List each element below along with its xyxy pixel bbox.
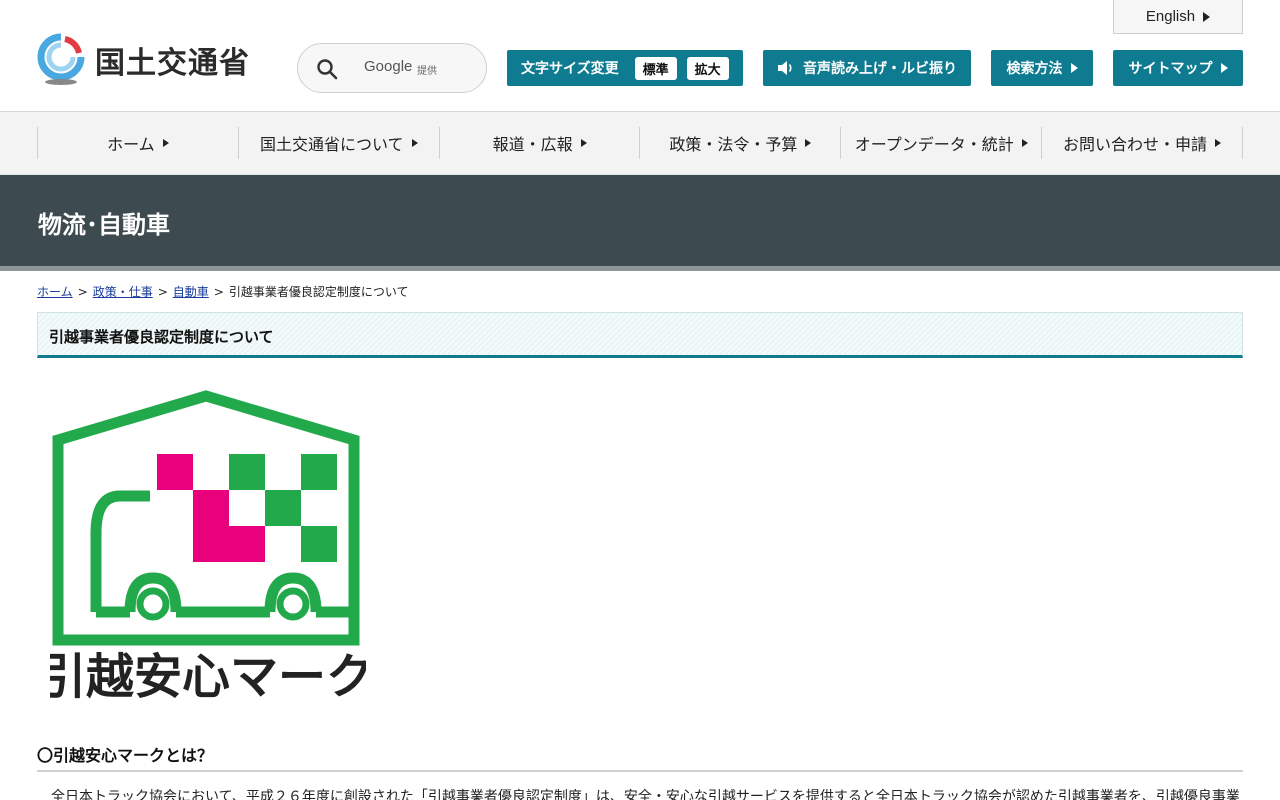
- breadcrumb-separator: >: [213, 284, 224, 299]
- breadcrumb-separator: >: [77, 284, 88, 299]
- triangle-right-icon: [1021, 139, 1028, 147]
- sitemap-label: サイトマップ: [1128, 61, 1213, 77]
- search-icon[interactable]: [316, 58, 338, 80]
- page-title-box: 引越事業者優良認定制度について: [37, 312, 1243, 358]
- breadcrumb: ホーム > 政策・仕事 > 自動車 > 引越事業者優良認定制度について: [37, 283, 409, 300]
- category-band: 物流･自動車: [0, 175, 1280, 271]
- triangle-right-icon: [162, 139, 169, 147]
- nav-item-home[interactable]: ホーム: [37, 127, 238, 159]
- speaker-icon: [778, 61, 792, 75]
- font-size-large-button[interactable]: 拡大: [686, 56, 729, 80]
- font-size-standard-button[interactable]: 標準: [634, 56, 677, 80]
- triangle-right-icon: [411, 139, 418, 147]
- triangle-right-icon: [1215, 139, 1222, 147]
- site-header: 国土交通省 Google 提供 English 文字サイズ変更 標準 拡大 音声…: [0, 0, 1280, 112]
- category-title: 物流･自動車: [38, 211, 170, 239]
- google-label: Google: [364, 58, 413, 75]
- moving-safety-mark-graphic: 引越安心マーク: [38, 390, 374, 705]
- triangle-right-icon: [1070, 63, 1078, 73]
- global-nav: ホーム 国土交通省について 報道・広報 政策・法令・予算 オープンデータ・統計 …: [0, 112, 1280, 175]
- nav-item-label: お問い合わせ・申請: [1063, 135, 1208, 154]
- nav-item-press[interactable]: 報道・広報: [438, 127, 640, 159]
- google-provided-label: 提供: [417, 66, 437, 77]
- breadcrumb-link-automobile[interactable]: 自動車: [173, 283, 209, 300]
- breadcrumb-link-home[interactable]: ホーム: [37, 283, 73, 300]
- nav-item-contact[interactable]: お問い合わせ・申請: [1041, 127, 1243, 159]
- nav-item-label: オープンデータ・統計: [854, 135, 1014, 154]
- mark-text: 引越安心マーク: [50, 649, 366, 702]
- triangle-right-icon: [1220, 63, 1228, 73]
- breadcrumb-separator: >: [157, 284, 168, 299]
- breadcrumb-current: 引越事業者優良認定制度について: [228, 285, 409, 299]
- english-label: English: [1145, 8, 1196, 25]
- mlit-logo[interactable]: 国土交通省: [37, 33, 250, 87]
- triangle-right-icon: [580, 139, 587, 147]
- nav-item-about[interactable]: 国土交通省について: [237, 127, 439, 159]
- speech-ruby-button[interactable]: 音声読み上げ・ルビ振り: [763, 50, 971, 86]
- search-method-button[interactable]: 検索方法: [991, 50, 1093, 86]
- breadcrumb-link-policy[interactable]: 政策・仕事: [93, 283, 153, 300]
- nav-item-policy[interactable]: 政策・法令・予算: [639, 127, 840, 159]
- font-size-label: 文字サイズ変更: [521, 61, 619, 77]
- triangle-right-icon: [1203, 11, 1211, 22]
- section-heading: 〇引越安心マークとは？: [37, 742, 1243, 772]
- nav-item-label: ホーム: [107, 135, 155, 154]
- section-body-text: 全日本トラック協会において、平成２６年度に創設された「引越事業者優良認定制度」は…: [51, 789, 1240, 800]
- nav-item-open-data[interactable]: オープンデータ・統計: [840, 127, 1041, 159]
- triangle-right-icon: [805, 139, 812, 147]
- nav-item-label: 国土交通省について: [259, 135, 404, 154]
- speech-label: 音声読み上げ・ルビ振り: [803, 61, 957, 77]
- nav-item-label: 政策・法令・予算: [669, 135, 798, 154]
- page-title: 引越事業者優良認定制度について: [49, 328, 274, 346]
- english-link[interactable]: English: [1113, 0, 1243, 34]
- nav-item-label: 報道・広報: [492, 135, 573, 154]
- mlit-emblem-icon: [37, 33, 85, 85]
- font-size-control: 文字サイズ変更 標準 拡大: [507, 50, 743, 86]
- moving-safety-mark-logo: 引越安心マーク: [38, 388, 374, 706]
- logo-text: 国土交通省: [95, 46, 250, 81]
- sitemap-button[interactable]: サイトマップ: [1113, 50, 1243, 86]
- site-search-input[interactable]: Google 提供: [297, 43, 487, 93]
- search-method-label: 検索方法: [1006, 61, 1063, 77]
